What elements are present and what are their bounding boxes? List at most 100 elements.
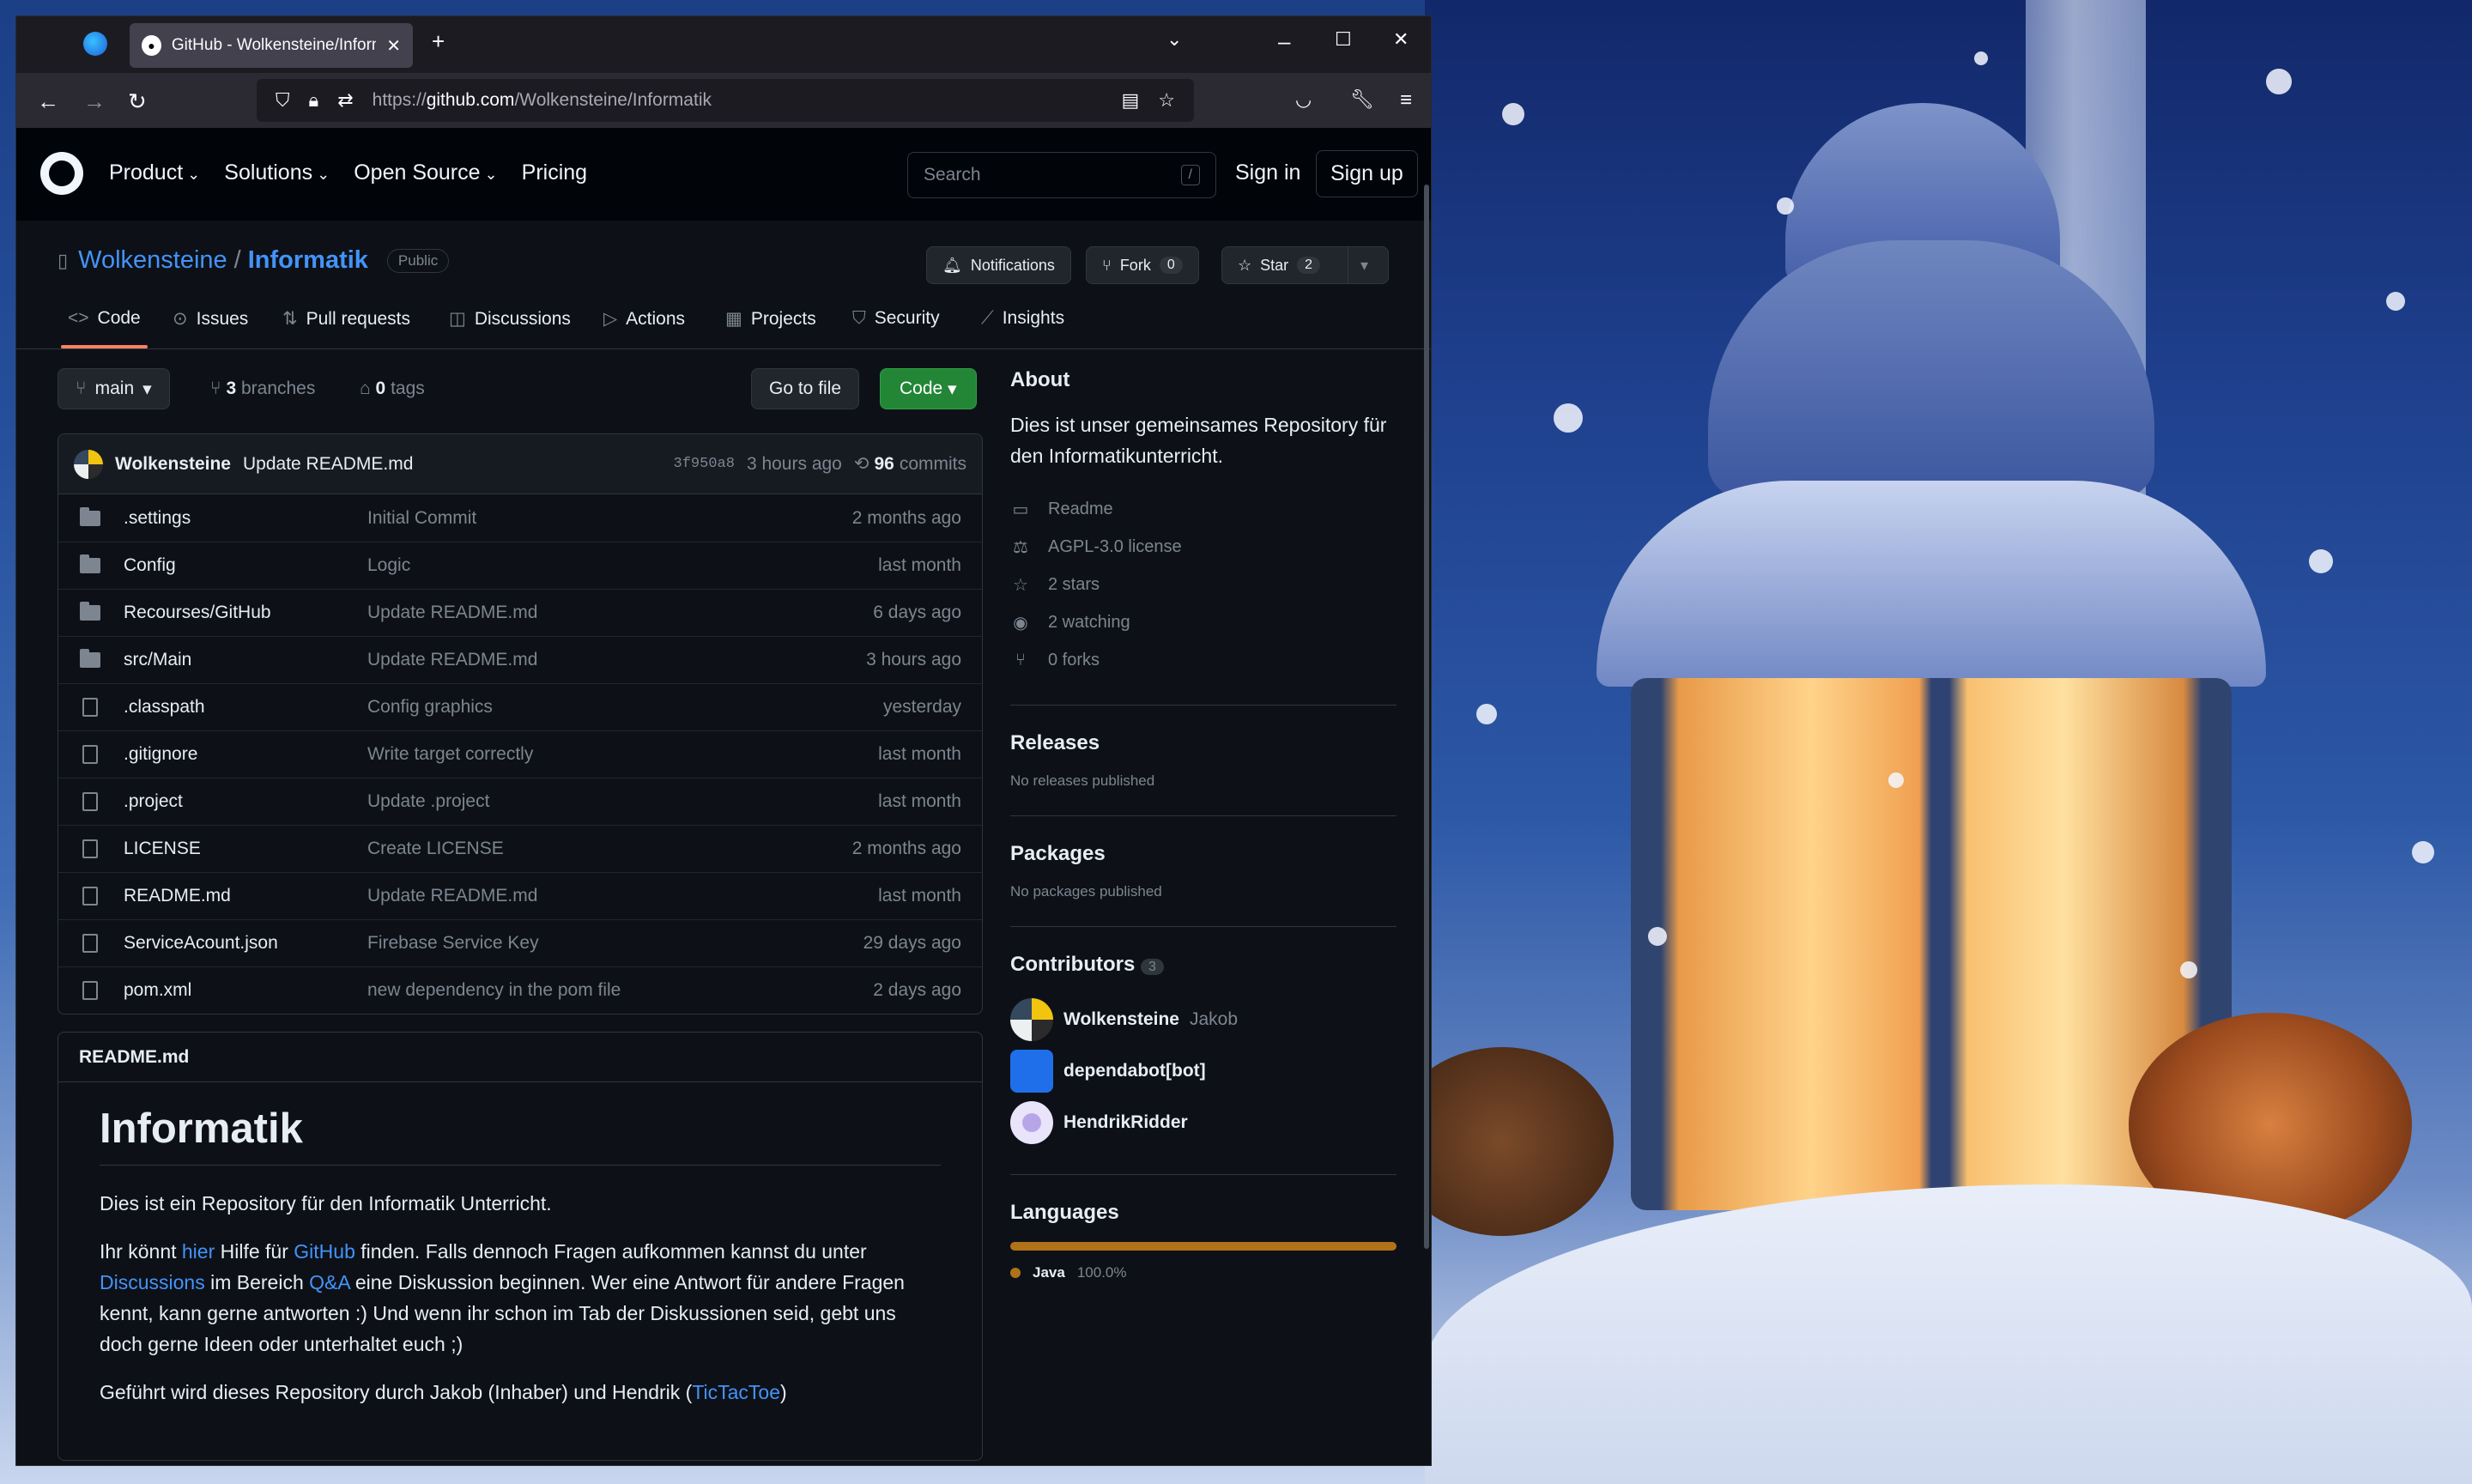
tab-code[interactable]: <> Code [61,308,148,348]
link-discussions[interactable]: Discussions [100,1271,205,1293]
menu-icon[interactable]: ≡ [1400,88,1412,112]
nav-product[interactable]: Product [109,161,200,185]
repo-owner-link[interactable]: Wolkensteine [78,246,227,275]
nav-solutions[interactable]: Solutions [224,161,330,185]
tab-projects[interactable]: ▦ Projects [725,308,816,330]
close-tab-icon[interactable]: ✕ [386,35,401,57]
readme-link[interactable]: ▭ Readme [1010,490,1397,528]
search-input[interactable]: Search / [907,152,1216,198]
link-qa[interactable]: Q&A [309,1271,349,1293]
address-bar[interactable]: ⛉ 🔒︎ ⇄ https://github.com/Wolkensteine/I… [257,79,1194,122]
nav-open-source[interactable]: Open Source [354,161,497,185]
file-row[interactable]: src/Main Update README.md 3 hours ago [58,636,982,683]
sign-in-link[interactable]: Sign in [1235,161,1300,185]
file-name[interactable]: README.md [124,886,367,906]
page-scrollbar[interactable] [1424,185,1429,1249]
avatar[interactable] [74,449,103,479]
packages-heading[interactable]: Packages [1010,842,1397,866]
tab-issues[interactable]: ⊙ Issues [173,308,248,330]
list-tabs-icon[interactable]: ⌄ [1166,28,1182,51]
file-row[interactable]: ServiceAcount.json Firebase Service Key 29… [58,919,982,966]
file-name[interactable]: src/Main [124,650,367,670]
file-row[interactable]: .gitignore Write target correctly last mon… [58,730,982,778]
file-row[interactable]: .settings Initial Commit 2 months ago [58,494,982,542]
url-text[interactable]: https://github.com/Wolkensteine/Informat… [373,90,712,111]
link-tictactoe[interactable]: TicTacToe [692,1381,780,1403]
minimize-icon[interactable]: – [1278,28,1290,55]
notifications-button[interactable]: 🔔︎ Notifications [926,246,1071,284]
sign-up-button[interactable]: Sign up [1316,150,1418,197]
file-commit-message[interactable]: Logic [367,555,878,576]
file-commit-message[interactable]: Create LICENSE [367,839,852,859]
file-row[interactable]: README.md Update README.md last month [58,872,982,919]
new-tab-icon[interactable]: + [432,28,445,55]
contributor-item[interactable]: dependabot[bot] [1010,1045,1397,1097]
contributors-heading[interactable]: Contributors 3 [1010,953,1397,977]
license-link[interactable]: ⚖ AGPL-3.0 license [1010,528,1397,566]
file-commit-message[interactable]: Update README.md [367,650,866,670]
stars-link[interactable]: ☆ 2 stars [1010,566,1397,603]
tab-pull-requests[interactable]: ⇅ Pull requests [282,308,410,330]
reader-view-icon[interactable]: ▤ [1121,89,1139,112]
file-name[interactable]: .classpath [124,697,367,718]
extensions-wrench-icon[interactable]: 🔧︎ [1350,88,1374,111]
tab-actions[interactable]: ▷ Actions [603,308,685,330]
file-name[interactable]: .gitignore [124,744,367,765]
star-dropdown-button[interactable]: ▾ [1348,246,1389,284]
link-hier[interactable]: hier [182,1240,215,1263]
commit-sha[interactable]: 3f950a8 [674,456,735,472]
repo-name-link[interactable]: Informatik [248,246,368,275]
file-commit-message[interactable]: Update README.md [367,603,873,623]
file-row[interactable]: Config Logic last month [58,542,982,589]
file-row[interactable]: Recourses/GitHub Update README.md 6 days a… [58,589,982,636]
contributor-item[interactable]: HendrikRidder [1010,1097,1397,1148]
file-commit-message[interactable]: Firebase Service Key [367,933,863,954]
permissions-icon[interactable]: ⇄ [337,89,353,112]
commit-message[interactable]: Update README.md [243,454,413,475]
file-name[interactable]: LICENSE [124,839,367,859]
go-to-file-button[interactable]: Go to file [751,368,860,409]
contributor-item[interactable]: Wolkensteine Jakob [1010,994,1397,1045]
firefox-view-icon[interactable] [83,32,107,56]
window-close-icon[interactable]: ✕ [1393,28,1409,51]
tab-security[interactable]: ⛉ Security [852,308,940,329]
file-row[interactable]: LICENSE Create LICENSE 2 months ago [58,825,982,872]
file-name[interactable]: .project [124,791,367,812]
file-commit-message[interactable]: Update .project [367,791,878,812]
file-commit-message[interactable]: Config graphics [367,697,883,718]
commits-link[interactable]: ⟲ 96 commits [854,453,966,475]
reload-icon[interactable]: ↻ [128,88,147,115]
browser-tab[interactable]: ● GitHub - Wolkensteine/Informatik ✕ [130,23,413,68]
tab-discussions[interactable]: ◫ Discussions [449,308,571,330]
tab-insights[interactable]: ⟋ Insights [981,308,1064,329]
star-button[interactable]: ☆ Star 2 [1221,246,1348,284]
pocket-icon[interactable]: ◡ [1295,88,1312,111]
file-row[interactable]: .project Update .project last month [58,778,982,825]
file-commit-message[interactable]: new dependency in the pom file [367,980,873,1001]
file-name[interactable]: .settings [124,508,367,529]
github-logo-icon[interactable] [40,152,83,195]
shield-icon[interactable]: ⛉ [276,89,290,112]
language-item[interactable]: Java 100.0% [1010,1264,1397,1281]
releases-heading[interactable]: Releases [1010,731,1397,755]
forward-icon[interactable]: → [83,88,106,115]
back-icon[interactable]: ← [37,88,59,115]
file-commit-message[interactable]: Write target correctly [367,744,878,765]
bookmark-star-icon[interactable]: ☆ [1158,89,1175,112]
code-dropdown-button[interactable]: Code ▾ [880,368,977,409]
lock-icon[interactable]: 🔒︎ [309,89,319,112]
file-name[interactable]: pom.xml [124,980,367,1001]
link-github[interactable]: GitHub [294,1240,355,1263]
file-row[interactable]: pom.xml new dependency in the pom file 2 d… [58,966,982,1014]
file-name[interactable]: Config [124,555,367,576]
maximize-icon[interactable]: ☐ [1335,28,1352,51]
forks-link[interactable]: ⑂ 0 forks [1010,641,1397,679]
commit-author[interactable]: Wolkensteine [115,454,231,475]
watchers-link[interactable]: ◉ 2 watching [1010,603,1397,641]
fork-button[interactable]: ⑂ Fork 0 [1086,246,1199,284]
branches-link[interactable]: ⑂ 3 branches [210,379,315,399]
tags-link[interactable]: ⌂ 0 tags [360,379,425,399]
file-name[interactable]: Recourses/GitHub [124,603,367,623]
branch-select-button[interactable]: ⑂ main ▾ [58,368,170,409]
file-commit-message[interactable]: Initial Commit [367,508,852,529]
